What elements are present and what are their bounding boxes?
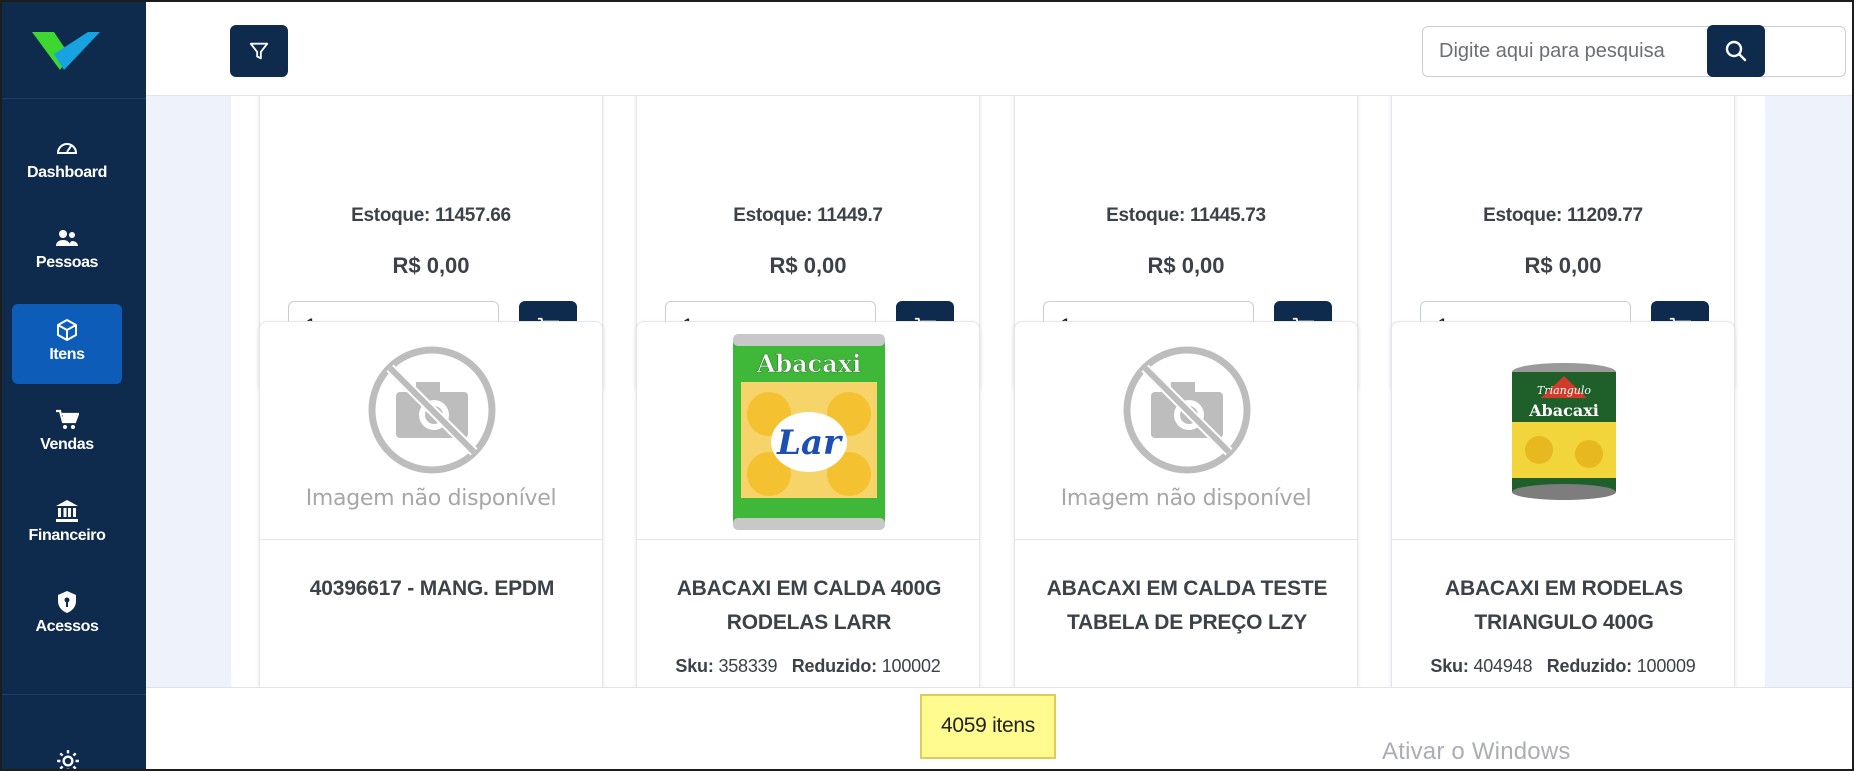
- search-icon: [1725, 40, 1747, 62]
- product-card[interactable]: Imagem não disponível ABACAXI EM CALDA T…: [1014, 321, 1358, 687]
- abacaxi-lar-can-image: Abacaxi Lar: [733, 334, 885, 530]
- filter-button[interactable]: [230, 25, 288, 77]
- sidebar-item-pessoas[interactable]: Pessoas: [12, 212, 122, 292]
- reduzido-label: Reduzido:: [791, 656, 877, 676]
- product-card[interactable]: Triangulo Abacaxi ABACAXI EM RODELAS TRI…: [1391, 321, 1735, 687]
- product-grid-area: Estoque: 11457.66 R$ 0,00 Estoque: 11449…: [146, 96, 1852, 687]
- no-image-text: Imagem não disponível: [305, 486, 557, 511]
- can-brand-text: Triangulo: [1537, 384, 1591, 397]
- shield-icon: [58, 591, 76, 613]
- sidebar-item-financeiro[interactable]: Financeiro: [12, 485, 122, 565]
- sidebar-divider: [2, 694, 146, 695]
- grid-footer: 4059 itens Ativar o Windows: [146, 687, 1852, 769]
- reduzido-label: Reduzido:: [1546, 656, 1632, 676]
- sidebar-item-label: Financeiro: [28, 527, 106, 544]
- filter-icon: [249, 42, 269, 60]
- search-input[interactable]: [1422, 26, 1846, 77]
- product-image: Triangulo Abacaxi: [1392, 322, 1734, 540]
- sku-label: Sku:: [675, 656, 714, 676]
- stock-label: Estoque: 11445.73: [1106, 205, 1266, 226]
- sku-line: Sku: 358339 Reduzido: 100002: [637, 656, 979, 677]
- top-header: [146, 2, 1852, 96]
- no-image-icon: [1123, 346, 1251, 474]
- product-card[interactable]: Abacaxi Lar ABACAXI EM CALDA 400G RODELA…: [636, 321, 980, 687]
- sidebar-item-dashboard[interactable]: Dashboard: [12, 122, 122, 202]
- stock-label: Estoque: 11209.77: [1483, 205, 1643, 226]
- product-name: ABACAXI EM RODELAS TRIANGULO 400G: [1445, 577, 1683, 634]
- item-count: 4059 itens: [920, 694, 1056, 759]
- can-logo-text: Lar: [776, 423, 843, 463]
- sidebar-item-acessos[interactable]: Acessos: [12, 576, 122, 656]
- no-image-text: Imagem não disponível: [1060, 486, 1312, 511]
- price-label: R$ 0,00: [392, 253, 470, 278]
- sidebar-item-label: Pessoas: [35, 254, 99, 271]
- sku-value: 404948: [1473, 656, 1533, 676]
- cart-icon: [56, 409, 79, 429]
- app-window: Dashboard Pessoas Itens Vendas Financeir…: [0, 0, 1854, 771]
- reduzido-value: 100009: [1636, 656, 1696, 676]
- sidebar-divider: [2, 98, 146, 99]
- product-card[interactable]: Imagem não disponível 40396617 - MANG. E…: [259, 321, 603, 687]
- stock-label: Estoque: 11457.66: [351, 205, 511, 226]
- sidebar-item-itens[interactable]: Itens: [12, 304, 122, 384]
- sidebar-item-label: Itens: [49, 346, 85, 363]
- can-title-text: Abacaxi: [1528, 401, 1599, 420]
- sku-label: Sku:: [1430, 656, 1469, 676]
- gear-icon[interactable]: [55, 748, 81, 771]
- search-button[interactable]: [1707, 25, 1765, 77]
- sidebar-item-label: Acessos: [35, 618, 99, 635]
- gauge-icon: [56, 143, 78, 154]
- price-label: R$ 0,00: [769, 253, 847, 278]
- product-image: Imagem não disponível: [1015, 322, 1357, 540]
- price-label: R$ 0,00: [1147, 253, 1225, 278]
- can-brand-text: Abacaxi: [756, 349, 862, 378]
- stock-label: Estoque: 11449.7: [733, 205, 883, 226]
- no-image-icon: [368, 346, 496, 474]
- price-label: R$ 0,00: [1524, 253, 1602, 278]
- sidebar-item-label: Vendas: [40, 436, 94, 453]
- windows-activation-watermark: Ativar o Windows: [1382, 738, 1571, 765]
- product-image: Imagem não disponível: [260, 322, 602, 540]
- box-icon: [57, 319, 77, 341]
- sku-line: Sku: 404948 Reduzido: 100009: [1392, 656, 1734, 677]
- product-name: 40396617 - MANG. EPDM: [309, 577, 555, 600]
- reduzido-value: 100002: [881, 656, 941, 676]
- sidebar-item-vendas[interactable]: Vendas: [12, 394, 122, 474]
- abacaxi-triangulo-can-image: Triangulo Abacaxi: [1512, 363, 1616, 500]
- product-name: ABACAXI EM CALDA TESTE TABELA DE PREÇO L…: [1046, 577, 1328, 634]
- bank-icon: [56, 500, 78, 522]
- sku-value: 358339: [718, 656, 778, 676]
- sidebar-item-label: Dashboard: [27, 164, 107, 181]
- product-image: Abacaxi Lar: [637, 322, 979, 540]
- product-name: ABACAXI EM CALDA 400G RODELAS LARR: [676, 577, 942, 634]
- sidebar: Dashboard Pessoas Itens Vendas Financeir…: [2, 2, 146, 771]
- brand-logo[interactable]: [30, 26, 102, 74]
- people-icon: [56, 230, 78, 246]
